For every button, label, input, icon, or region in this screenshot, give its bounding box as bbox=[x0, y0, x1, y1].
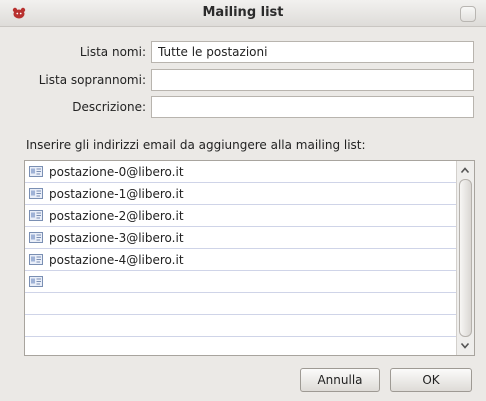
ok-button[interactable]: OK bbox=[390, 368, 472, 392]
address-list[interactable]: postazione-0@libero.it postazione-1@libe… bbox=[24, 160, 475, 356]
window-title: Mailing list bbox=[202, 5, 284, 20]
address-card-icon bbox=[29, 276, 43, 287]
address-card-icon bbox=[29, 210, 43, 221]
address-text: postazione-1@libero.it bbox=[49, 186, 184, 201]
address-row[interactable]: postazione-1@libero.it bbox=[25, 183, 457, 205]
scrollbar-thumb[interactable] bbox=[459, 179, 472, 337]
address-card-icon bbox=[29, 254, 43, 265]
list-scrollbar[interactable] bbox=[456, 161, 474, 355]
list-name-input[interactable] bbox=[151, 41, 474, 63]
address-rows: postazione-0@libero.it postazione-1@libe… bbox=[25, 161, 457, 355]
nicknames-label: Lista soprannomi: bbox=[38, 73, 146, 87]
address-text: postazione-4@libero.it bbox=[49, 252, 184, 267]
address-text: postazione-0@libero.it bbox=[49, 164, 184, 179]
empty-row[interactable] bbox=[25, 315, 457, 337]
description-input[interactable] bbox=[151, 96, 474, 118]
instructions-text: Inserire gli indirizzi email da aggiunge… bbox=[26, 138, 366, 152]
description-row: Descrizione: bbox=[0, 96, 486, 120]
close-icon[interactable] bbox=[460, 6, 476, 22]
address-row[interactable]: postazione-2@libero.it bbox=[25, 205, 457, 227]
address-card-icon bbox=[29, 188, 43, 199]
address-card-icon bbox=[29, 166, 43, 177]
address-text: postazione-2@libero.it bbox=[49, 208, 184, 223]
list-name-row: Lista nomi: bbox=[0, 41, 486, 65]
address-row[interactable]: postazione-0@libero.it bbox=[25, 161, 457, 183]
empty-row[interactable] bbox=[25, 337, 457, 355]
mailing-list-dialog: Mailing list Lista nomi: Lista soprannom… bbox=[0, 0, 486, 401]
address-row-new[interactable] bbox=[25, 271, 457, 293]
address-row[interactable]: postazione-3@libero.it bbox=[25, 227, 457, 249]
nicknames-input[interactable] bbox=[151, 69, 474, 91]
address-text: postazione-3@libero.it bbox=[49, 230, 184, 245]
cancel-button[interactable]: Annulla bbox=[300, 368, 380, 392]
chevron-up-icon[interactable] bbox=[458, 163, 472, 178]
empty-row[interactable] bbox=[25, 293, 457, 315]
description-label: Descrizione: bbox=[72, 100, 146, 114]
chevron-down-icon[interactable] bbox=[458, 338, 472, 353]
list-name-label: Lista nomi: bbox=[79, 45, 146, 59]
title-bar[interactable]: Mailing list bbox=[0, 0, 486, 27]
nicknames-row: Lista soprannomi: bbox=[0, 69, 486, 93]
address-card-icon bbox=[29, 232, 43, 243]
address-row[interactable]: postazione-4@libero.it bbox=[25, 249, 457, 271]
